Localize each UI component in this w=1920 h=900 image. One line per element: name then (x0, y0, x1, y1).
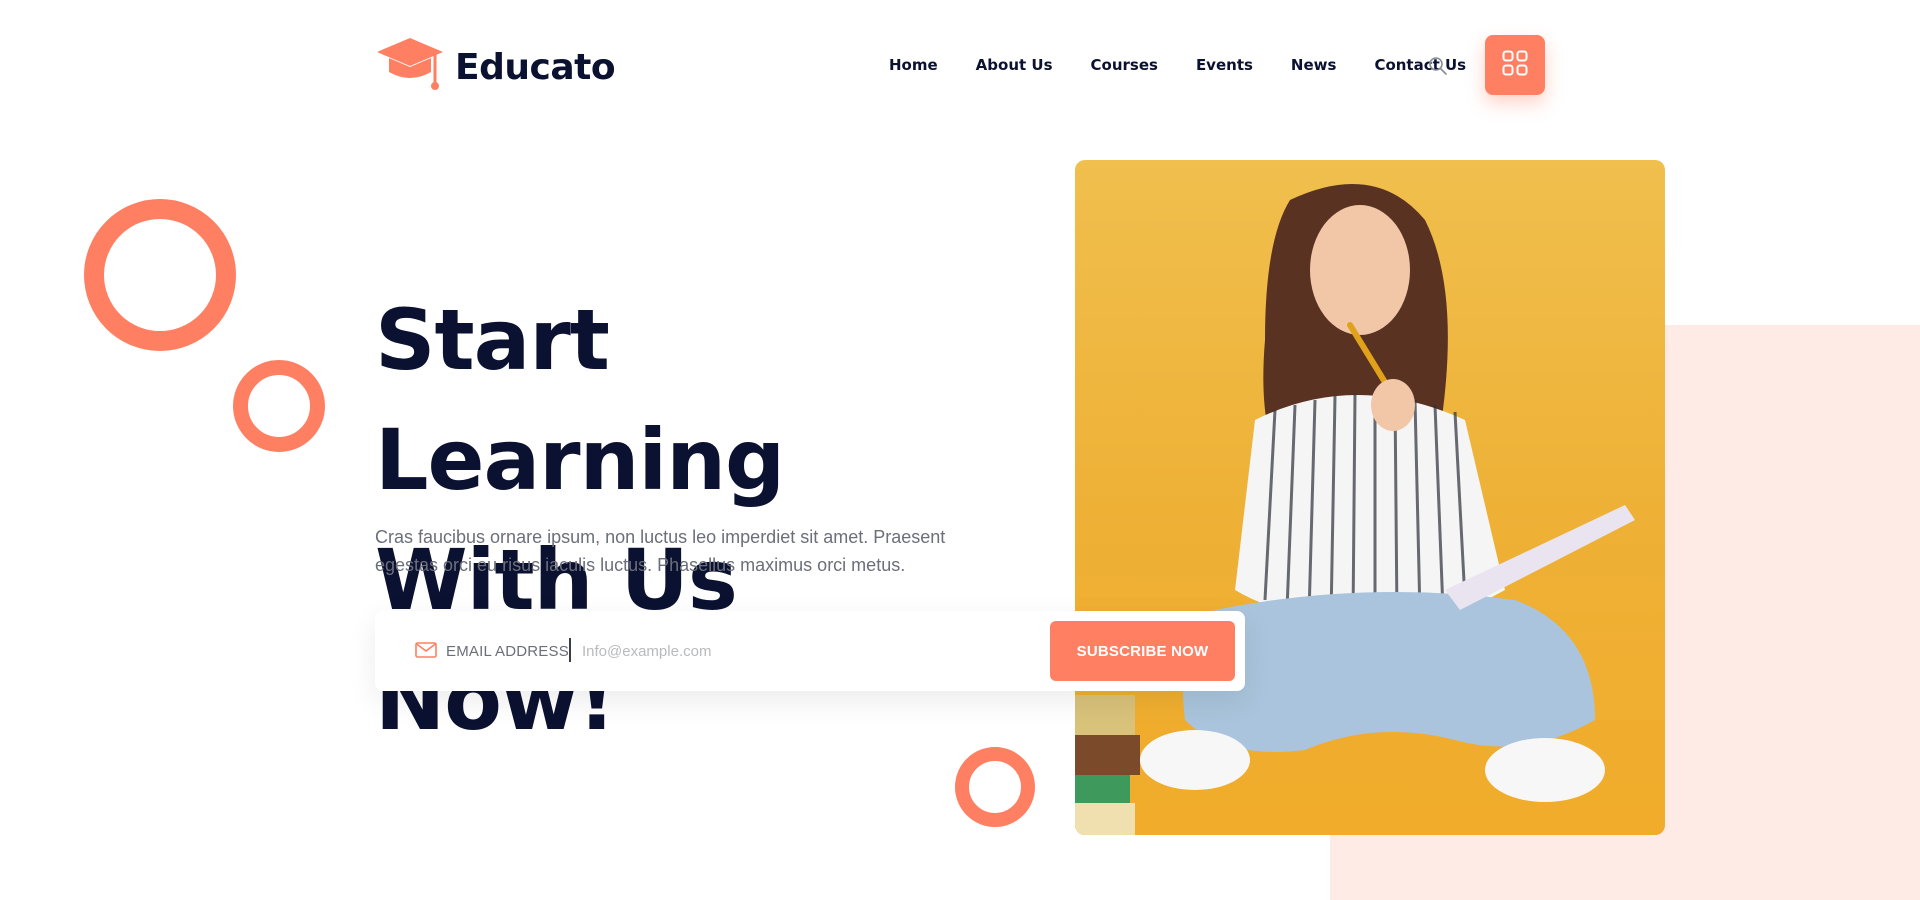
subscribe-form: EMAIL ADDRESS SUBSCRIBE NOW (375, 611, 1245, 691)
hero-description: Cras faucibus ornare ipsum, non luctus l… (375, 527, 946, 575)
graduation-cap-icon (375, 36, 445, 99)
search-icon[interactable] (1428, 56, 1448, 76)
mail-icon (415, 642, 437, 658)
nav-courses[interactable]: Courses (1091, 56, 1158, 74)
nav-news[interactable]: News (1291, 56, 1337, 74)
decorative-ring-medium (233, 360, 325, 452)
nav-about-us[interactable]: About Us (976, 56, 1053, 74)
site-logo[interactable]: Educato (375, 36, 616, 99)
email-label: EMAIL ADDRESS (446, 643, 569, 660)
nav-events[interactable]: Events (1196, 56, 1253, 74)
main-nav: Home About Us Courses Events News Contac… (889, 56, 1504, 74)
grid-menu-icon (1502, 50, 1528, 81)
menu-button[interactable] (1485, 35, 1545, 95)
subscribe-button[interactable]: SUBSCRIBE NOW (1050, 621, 1235, 681)
nav-home[interactable]: Home (889, 56, 938, 74)
hero-title-line-1: Start Learning (375, 291, 785, 509)
logo-text: Educato (455, 47, 616, 88)
email-input[interactable] (580, 633, 964, 669)
decorative-ring-large (84, 199, 236, 351)
hero-image (1075, 160, 1665, 835)
input-divider (569, 638, 571, 662)
nav-contact-us[interactable]: Contact Us (1374, 56, 1466, 74)
